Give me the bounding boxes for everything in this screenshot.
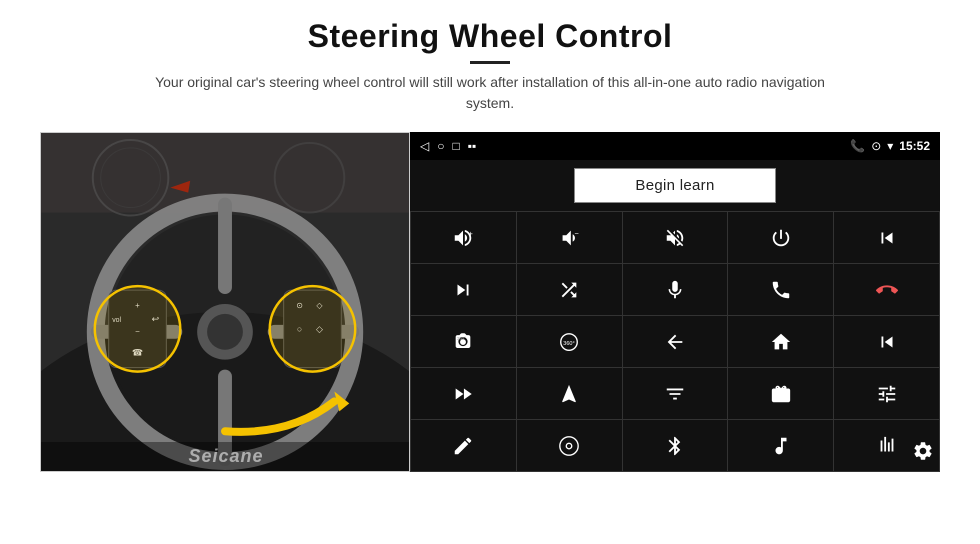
status-time: 15:52 bbox=[899, 139, 930, 153]
status-right: 📞 ⊙ ▾ 15:52 bbox=[850, 139, 930, 153]
vol-down-button[interactable]: − bbox=[517, 212, 622, 263]
phone-button[interactable] bbox=[728, 264, 833, 315]
phone-status-icon: 📞 bbox=[850, 139, 865, 153]
title-section: Steering Wheel Control Your original car… bbox=[140, 18, 840, 126]
signal-icon: ▪▪ bbox=[468, 139, 477, 153]
svg-text:360°: 360° bbox=[563, 340, 574, 346]
content-row: + vol − ↩ ☎ ⊙ ◇ ○ ◇ Seican bbox=[40, 132, 940, 472]
disc-button[interactable] bbox=[517, 420, 622, 471]
title-divider bbox=[470, 61, 510, 64]
recents-nav-icon[interactable]: □ bbox=[452, 139, 459, 153]
svg-text:+: + bbox=[469, 229, 473, 238]
begin-learn-button[interactable]: Begin learn bbox=[574, 168, 775, 203]
location-icon: ⊙ bbox=[871, 139, 881, 153]
navigation-button[interactable] bbox=[517, 368, 622, 419]
status-bar: ◁ ○ □ ▪▪ 📞 ⊙ ▾ 15:52 bbox=[410, 132, 940, 160]
power-button[interactable] bbox=[728, 212, 833, 263]
begin-learn-row: Begin learn bbox=[410, 160, 940, 211]
settings-sliders-button[interactable] bbox=[834, 368, 939, 419]
skip-back-button[interactable] bbox=[834, 316, 939, 367]
settings-gear-icon[interactable] bbox=[912, 440, 934, 468]
next-track-button[interactable] bbox=[411, 264, 516, 315]
page-wrapper: Steering Wheel Control Your original car… bbox=[0, 0, 980, 544]
prev-track-button[interactable] bbox=[834, 212, 939, 263]
control-panel: ◁ ○ □ ▪▪ 📞 ⊙ ▾ 15:52 Begin learn bbox=[410, 132, 940, 472]
shuffle-button[interactable] bbox=[517, 264, 622, 315]
steering-wheel-image: + vol − ↩ ☎ ⊙ ◇ ○ ◇ Seican bbox=[40, 132, 410, 472]
eq-button[interactable] bbox=[623, 368, 728, 419]
camera-button[interactable]: 360° bbox=[411, 316, 516, 367]
mic-button[interactable] bbox=[623, 264, 728, 315]
360-view-button[interactable]: 360° bbox=[517, 316, 622, 367]
music-button[interactable] bbox=[728, 420, 833, 471]
page-subtitle: Your original car's steering wheel contr… bbox=[140, 72, 840, 114]
radio-button[interactable] bbox=[728, 368, 833, 419]
mute-button[interactable] bbox=[623, 212, 728, 263]
back-nav-icon[interactable]: ◁ bbox=[420, 139, 429, 153]
fast-forward-button[interactable] bbox=[411, 368, 516, 419]
hang-up-button[interactable] bbox=[834, 264, 939, 315]
home-button[interactable] bbox=[728, 316, 833, 367]
svg-text:360°: 360° bbox=[457, 336, 467, 341]
svg-text:−: − bbox=[575, 229, 579, 238]
control-button-grid: + − bbox=[410, 211, 940, 472]
bluetooth-button[interactable] bbox=[623, 420, 728, 471]
wifi-icon: ▾ bbox=[887, 139, 893, 153]
home-nav-icon[interactable]: ○ bbox=[437, 139, 444, 153]
back-button[interactable] bbox=[623, 316, 728, 367]
status-left: ◁ ○ □ ▪▪ bbox=[420, 139, 476, 153]
vol-up-button[interactable]: + bbox=[411, 212, 516, 263]
pen-button[interactable] bbox=[411, 420, 516, 471]
page-title: Steering Wheel Control bbox=[140, 18, 840, 55]
brand-name: Seicane bbox=[41, 442, 410, 471]
